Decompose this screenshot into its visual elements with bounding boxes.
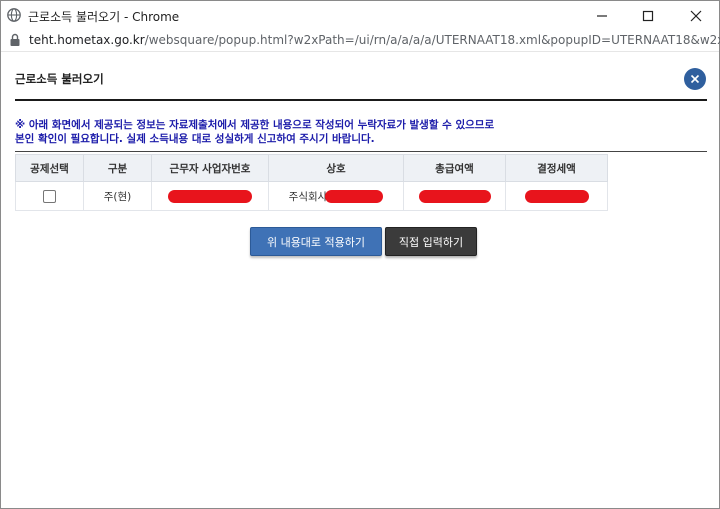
total-salary-cell [403, 181, 506, 211]
redaction-mark [418, 189, 491, 203]
business-number-cell [151, 181, 269, 211]
redaction-mark [524, 189, 589, 203]
header-business-number: 근무자 사업자번호 [151, 154, 269, 182]
income-table: 공제선택 구분 근무자 사업자번호 상호 총급여액 결정세액 주(현) 주식회사 [15, 154, 608, 211]
minimize-button[interactable] [579, 1, 625, 30]
title-bar: 근로소득 불러오기 - Chrome [1, 1, 719, 30]
apply-button[interactable]: 위 내용대로 적용하기 [250, 227, 382, 256]
popup-title: 근로소득 불러오기 [15, 72, 104, 86]
company-name-cell: 주식회사 [268, 181, 404, 211]
lock-icon [10, 33, 20, 46]
deduction-checkbox[interactable] [43, 189, 56, 203]
header-category: 구분 [83, 154, 152, 182]
table-header-row: 공제선택 구분 근무자 사업자번호 상호 총급여액 결정세액 [15, 154, 608, 182]
minimize-icon [597, 14, 607, 17]
url-text[interactable]: teht.hometax.go.kr/websquare/popup.html?… [29, 33, 720, 47]
browser-popup-window: 근로소득 불러오기 - Chrome teht.hometax.go.kr/we… [0, 0, 720, 509]
header-deduction-select: 공제선택 [15, 154, 84, 182]
address-bar[interactable]: teht.hometax.go.kr/websquare/popup.html?… [1, 30, 720, 52]
globe-icon [7, 8, 21, 22]
notice-line-2: 본인 확인이 필요합니다. 실제 소득내용 대로 성실하게 신고하여 주시기 바… [15, 133, 375, 145]
company-prefix: 주식회사 [288, 190, 328, 203]
determined-tax-cell [505, 181, 608, 211]
notice-divider [15, 151, 707, 152]
direct-input-button[interactable]: 직접 입력하기 [385, 227, 477, 256]
popup-close-button[interactable] [684, 68, 706, 90]
maximize-button[interactable] [625, 1, 671, 30]
redaction-mark [168, 189, 252, 203]
window-title: 근로소득 불러오기 - Chrome [28, 10, 180, 24]
notice-line-1: ※ 아래 화면에서 제공되는 정보는 자료제출처에서 제공한 내용으로 작성되어… [15, 119, 495, 131]
close-icon [690, 10, 702, 21]
deduction-select-cell [15, 181, 84, 211]
title-divider [15, 99, 707, 101]
window-close-button[interactable] [673, 1, 719, 30]
notice-text: ※ 아래 화면에서 제공되는 정보는 자료제출처에서 제공한 내용으로 작성되어… [15, 118, 615, 146]
url-path: /websquare/popup.html?w2xPath=/ui/rn/a/a… [144, 33, 720, 47]
redaction-mark [325, 189, 384, 203]
header-determined-tax: 결정세액 [505, 154, 608, 182]
url-host: teht.hometax.go.kr [29, 33, 145, 47]
maximize-icon [642, 10, 654, 21]
category-cell: 주(현) [83, 181, 152, 211]
close-icon [690, 74, 700, 84]
header-total-salary: 총급여액 [403, 154, 506, 182]
header-company-name: 상호 [268, 154, 404, 182]
table-row: 주(현) 주식회사 [15, 181, 608, 211]
